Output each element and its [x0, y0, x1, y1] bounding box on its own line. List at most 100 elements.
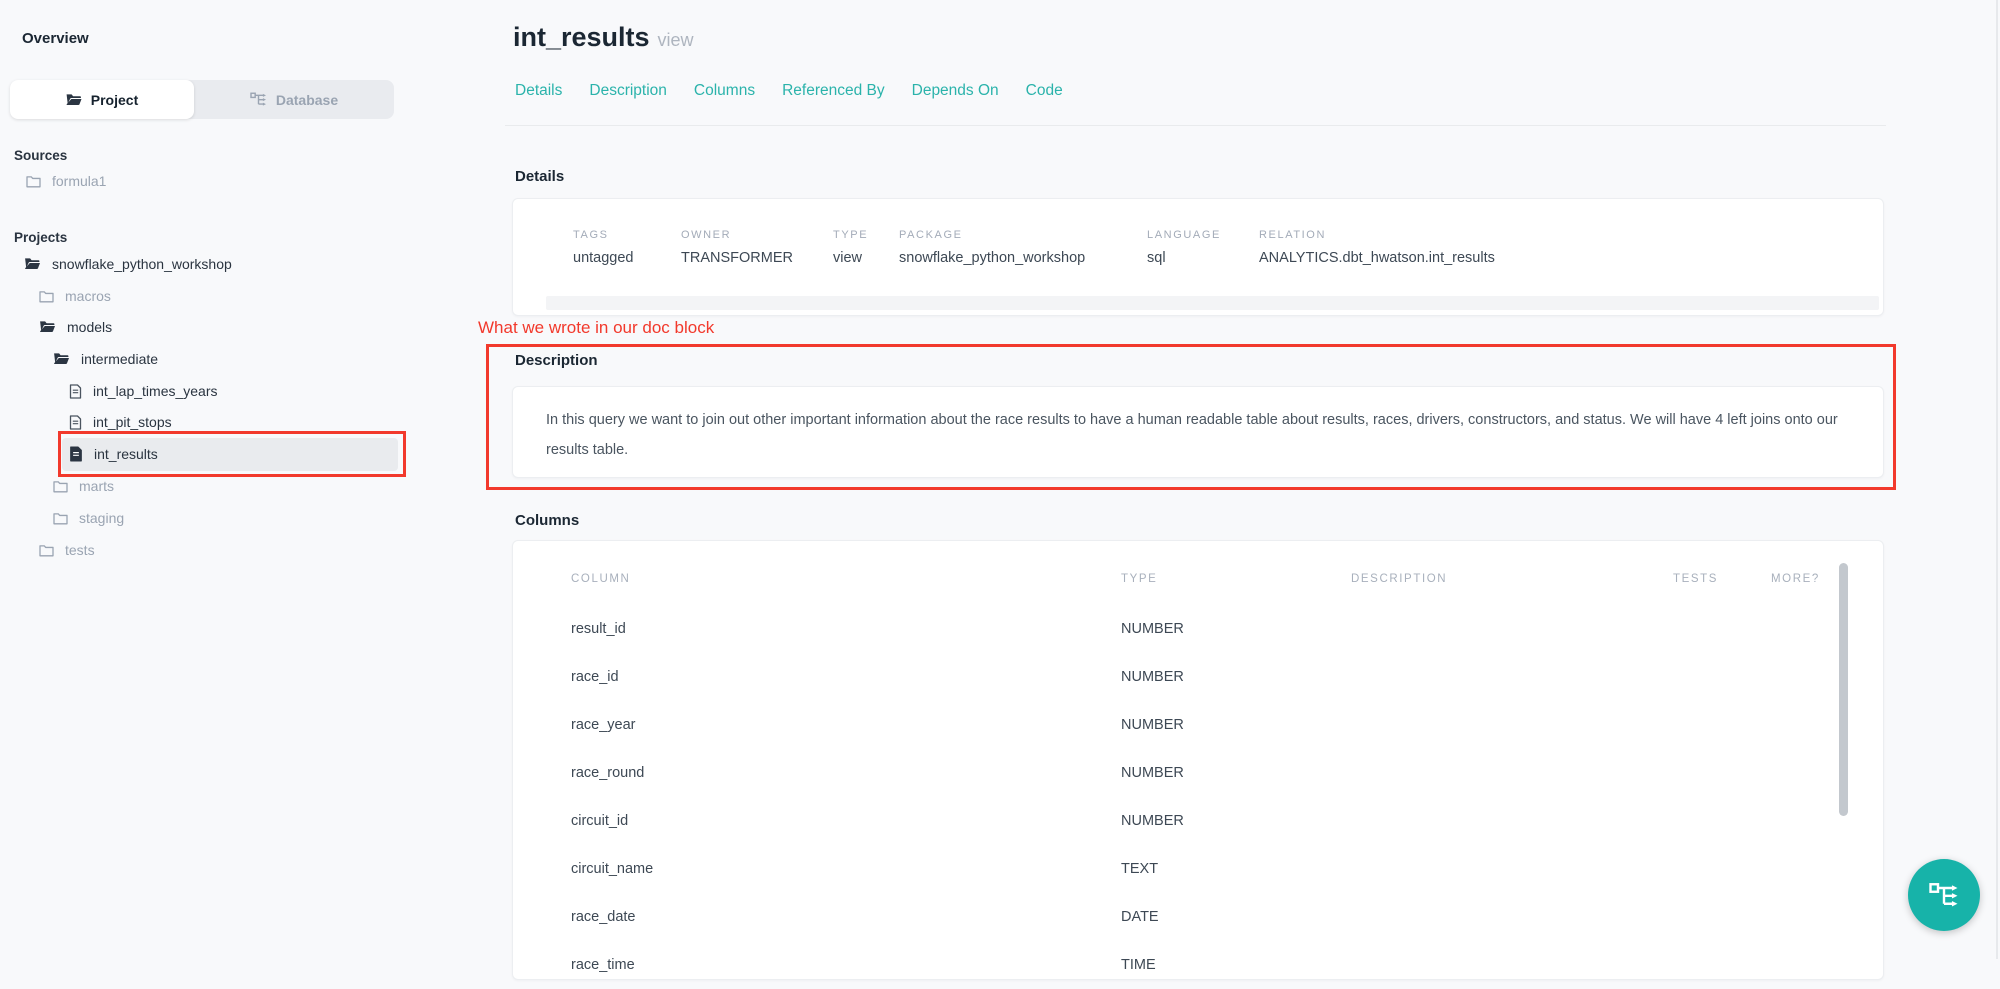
tab-divider	[505, 125, 1886, 126]
columns-card: COLUMN TYPE DESCRIPTION TESTS MORE? resu…	[512, 540, 1884, 980]
file-icon	[69, 415, 82, 430]
tree-item-label: int_results	[94, 446, 158, 462]
description-heading: Description	[515, 352, 598, 369]
tree-item-int_lap_times_years[interactable]: int_lap_times_years	[69, 378, 218, 404]
tree-item-int_results[interactable]: int_results	[69, 441, 158, 467]
tree-item-snowflake_python_workshop[interactable]: snowflake_python_workshop	[24, 251, 232, 277]
folder-open-icon	[39, 320, 56, 334]
field-package: PACKAGE snowflake_python_workshop	[899, 229, 1147, 266]
tree-item-label: marts	[79, 478, 114, 494]
table-row[interactable]: circuit_id NUMBER	[571, 797, 1847, 845]
description-card: In this query we want to join out other …	[512, 386, 1884, 478]
tree-item-label: tests	[65, 542, 95, 558]
column-name: race_id	[571, 669, 1121, 685]
column-name: circuit_id	[571, 813, 1121, 829]
header-tests: TESTS	[1673, 573, 1771, 585]
folder-open-icon	[24, 257, 41, 271]
tree-item-label: int_lap_times_years	[93, 383, 218, 399]
materialization-badge: view	[658, 30, 694, 50]
tab-columns[interactable]: Columns	[694, 82, 755, 100]
details-placeholder-strip	[546, 296, 1879, 310]
table-scrollbar[interactable]	[1839, 563, 1848, 816]
tree-item-label: snowflake_python_workshop	[52, 256, 232, 272]
tree-item-label: intermediate	[81, 351, 158, 367]
page-title: int_resultsview	[513, 22, 694, 53]
tree-item-label: models	[67, 319, 112, 335]
folder-closed-icon	[53, 512, 68, 525]
header-more: MORE?	[1771, 573, 1847, 585]
column-type: DATE	[1121, 909, 1351, 925]
folder-open-icon	[66, 93, 82, 107]
table-row[interactable]: race_date DATE	[571, 893, 1847, 941]
folder-closed-icon	[26, 175, 41, 188]
tree-item-label: macros	[65, 288, 111, 304]
database-lineage-icon	[250, 92, 267, 107]
details-card: TAGS untagged OWNER TRANSFORMER TYPE vie…	[512, 198, 1884, 316]
column-name: race_time	[571, 957, 1121, 973]
toggle-project-label: Project	[91, 92, 138, 108]
details-fields: TAGS untagged OWNER TRANSFORMER TYPE vie…	[573, 229, 1495, 266]
field-owner: OWNER TRANSFORMER	[681, 229, 833, 266]
tree-item-intermediate[interactable]: intermediate	[53, 346, 158, 372]
table-row[interactable]: race_round NUMBER	[571, 749, 1847, 797]
tree-item-label: staging	[79, 510, 124, 526]
header-description: DESCRIPTION	[1351, 573, 1673, 585]
view-toggle: Project Database	[10, 80, 394, 119]
field-type: TYPE view	[833, 229, 899, 266]
folder-closed-icon	[53, 480, 68, 493]
tree-item-marts[interactable]: marts	[53, 473, 114, 499]
tree-item-staging[interactable]: staging	[53, 505, 124, 531]
toggle-database[interactable]: Database	[194, 80, 394, 119]
column-type: NUMBER	[1121, 813, 1351, 829]
file-icon	[69, 384, 82, 399]
tree-item-int_pit_stops[interactable]: int_pit_stops	[69, 409, 172, 435]
table-row[interactable]: result_id NUMBER	[571, 605, 1847, 653]
field-tags: TAGS untagged	[573, 229, 681, 266]
field-language: LANGUAGE sql	[1147, 229, 1259, 266]
page-scrollbar-track[interactable]	[1996, 0, 1998, 959]
file-filled-icon	[69, 446, 83, 462]
tab-referenced-by[interactable]: Referenced By	[782, 82, 885, 100]
sidebar-title: Overview	[22, 30, 89, 47]
column-type: TEXT	[1121, 861, 1351, 877]
toggle-project[interactable]: Project	[10, 80, 194, 119]
column-name: race_date	[571, 909, 1121, 925]
toggle-database-label: Database	[276, 92, 338, 108]
column-name: result_id	[571, 621, 1121, 637]
details-heading: Details	[515, 168, 564, 185]
tree-item-models[interactable]: models	[39, 314, 112, 340]
description-text: In this query we want to join out other …	[546, 405, 1856, 465]
projects-label: Projects	[14, 230, 67, 245]
tree-item-label: int_pit_stops	[93, 414, 172, 430]
column-type: NUMBER	[1121, 765, 1351, 781]
source-item-formula1[interactable]: formula1	[26, 168, 106, 194]
tab-details[interactable]: Details	[515, 82, 562, 100]
header-column: COLUMN	[571, 573, 1121, 585]
field-relation: RELATION ANALYTICS.dbt_hwatson.int_resul…	[1259, 229, 1495, 266]
tab-depends-on[interactable]: Depends On	[912, 82, 999, 100]
tab-bar: Details Description Columns Referenced B…	[515, 82, 1063, 100]
source-item-label: formula1	[52, 173, 106, 189]
column-name: race_round	[571, 765, 1121, 781]
tree-item-macros[interactable]: macros	[39, 283, 111, 309]
table-row[interactable]: race_time TIME	[571, 941, 1847, 989]
column-type: TIME	[1121, 957, 1351, 973]
column-name: race_year	[571, 717, 1121, 733]
tab-description[interactable]: Description	[589, 82, 667, 100]
column-type: NUMBER	[1121, 669, 1351, 685]
columns-heading: Columns	[515, 512, 579, 529]
tree-item-tests[interactable]: tests	[39, 537, 95, 563]
tab-code[interactable]: Code	[1026, 82, 1063, 100]
columns-table-header: COLUMN TYPE DESCRIPTION TESTS MORE?	[571, 573, 1847, 585]
lineage-graph-button[interactable]	[1908, 859, 1980, 931]
table-row[interactable]: race_id NUMBER	[571, 653, 1847, 701]
column-name: circuit_name	[571, 861, 1121, 877]
folder-open-icon	[53, 352, 70, 366]
table-row[interactable]: circuit_name TEXT	[571, 845, 1847, 893]
header-type: TYPE	[1121, 573, 1351, 585]
annotation-text: What we wrote in our doc block	[478, 318, 714, 338]
folder-closed-icon	[39, 544, 54, 557]
lineage-graph-icon	[1929, 882, 1959, 909]
column-type: NUMBER	[1121, 717, 1351, 733]
table-row[interactable]: race_year NUMBER	[571, 701, 1847, 749]
